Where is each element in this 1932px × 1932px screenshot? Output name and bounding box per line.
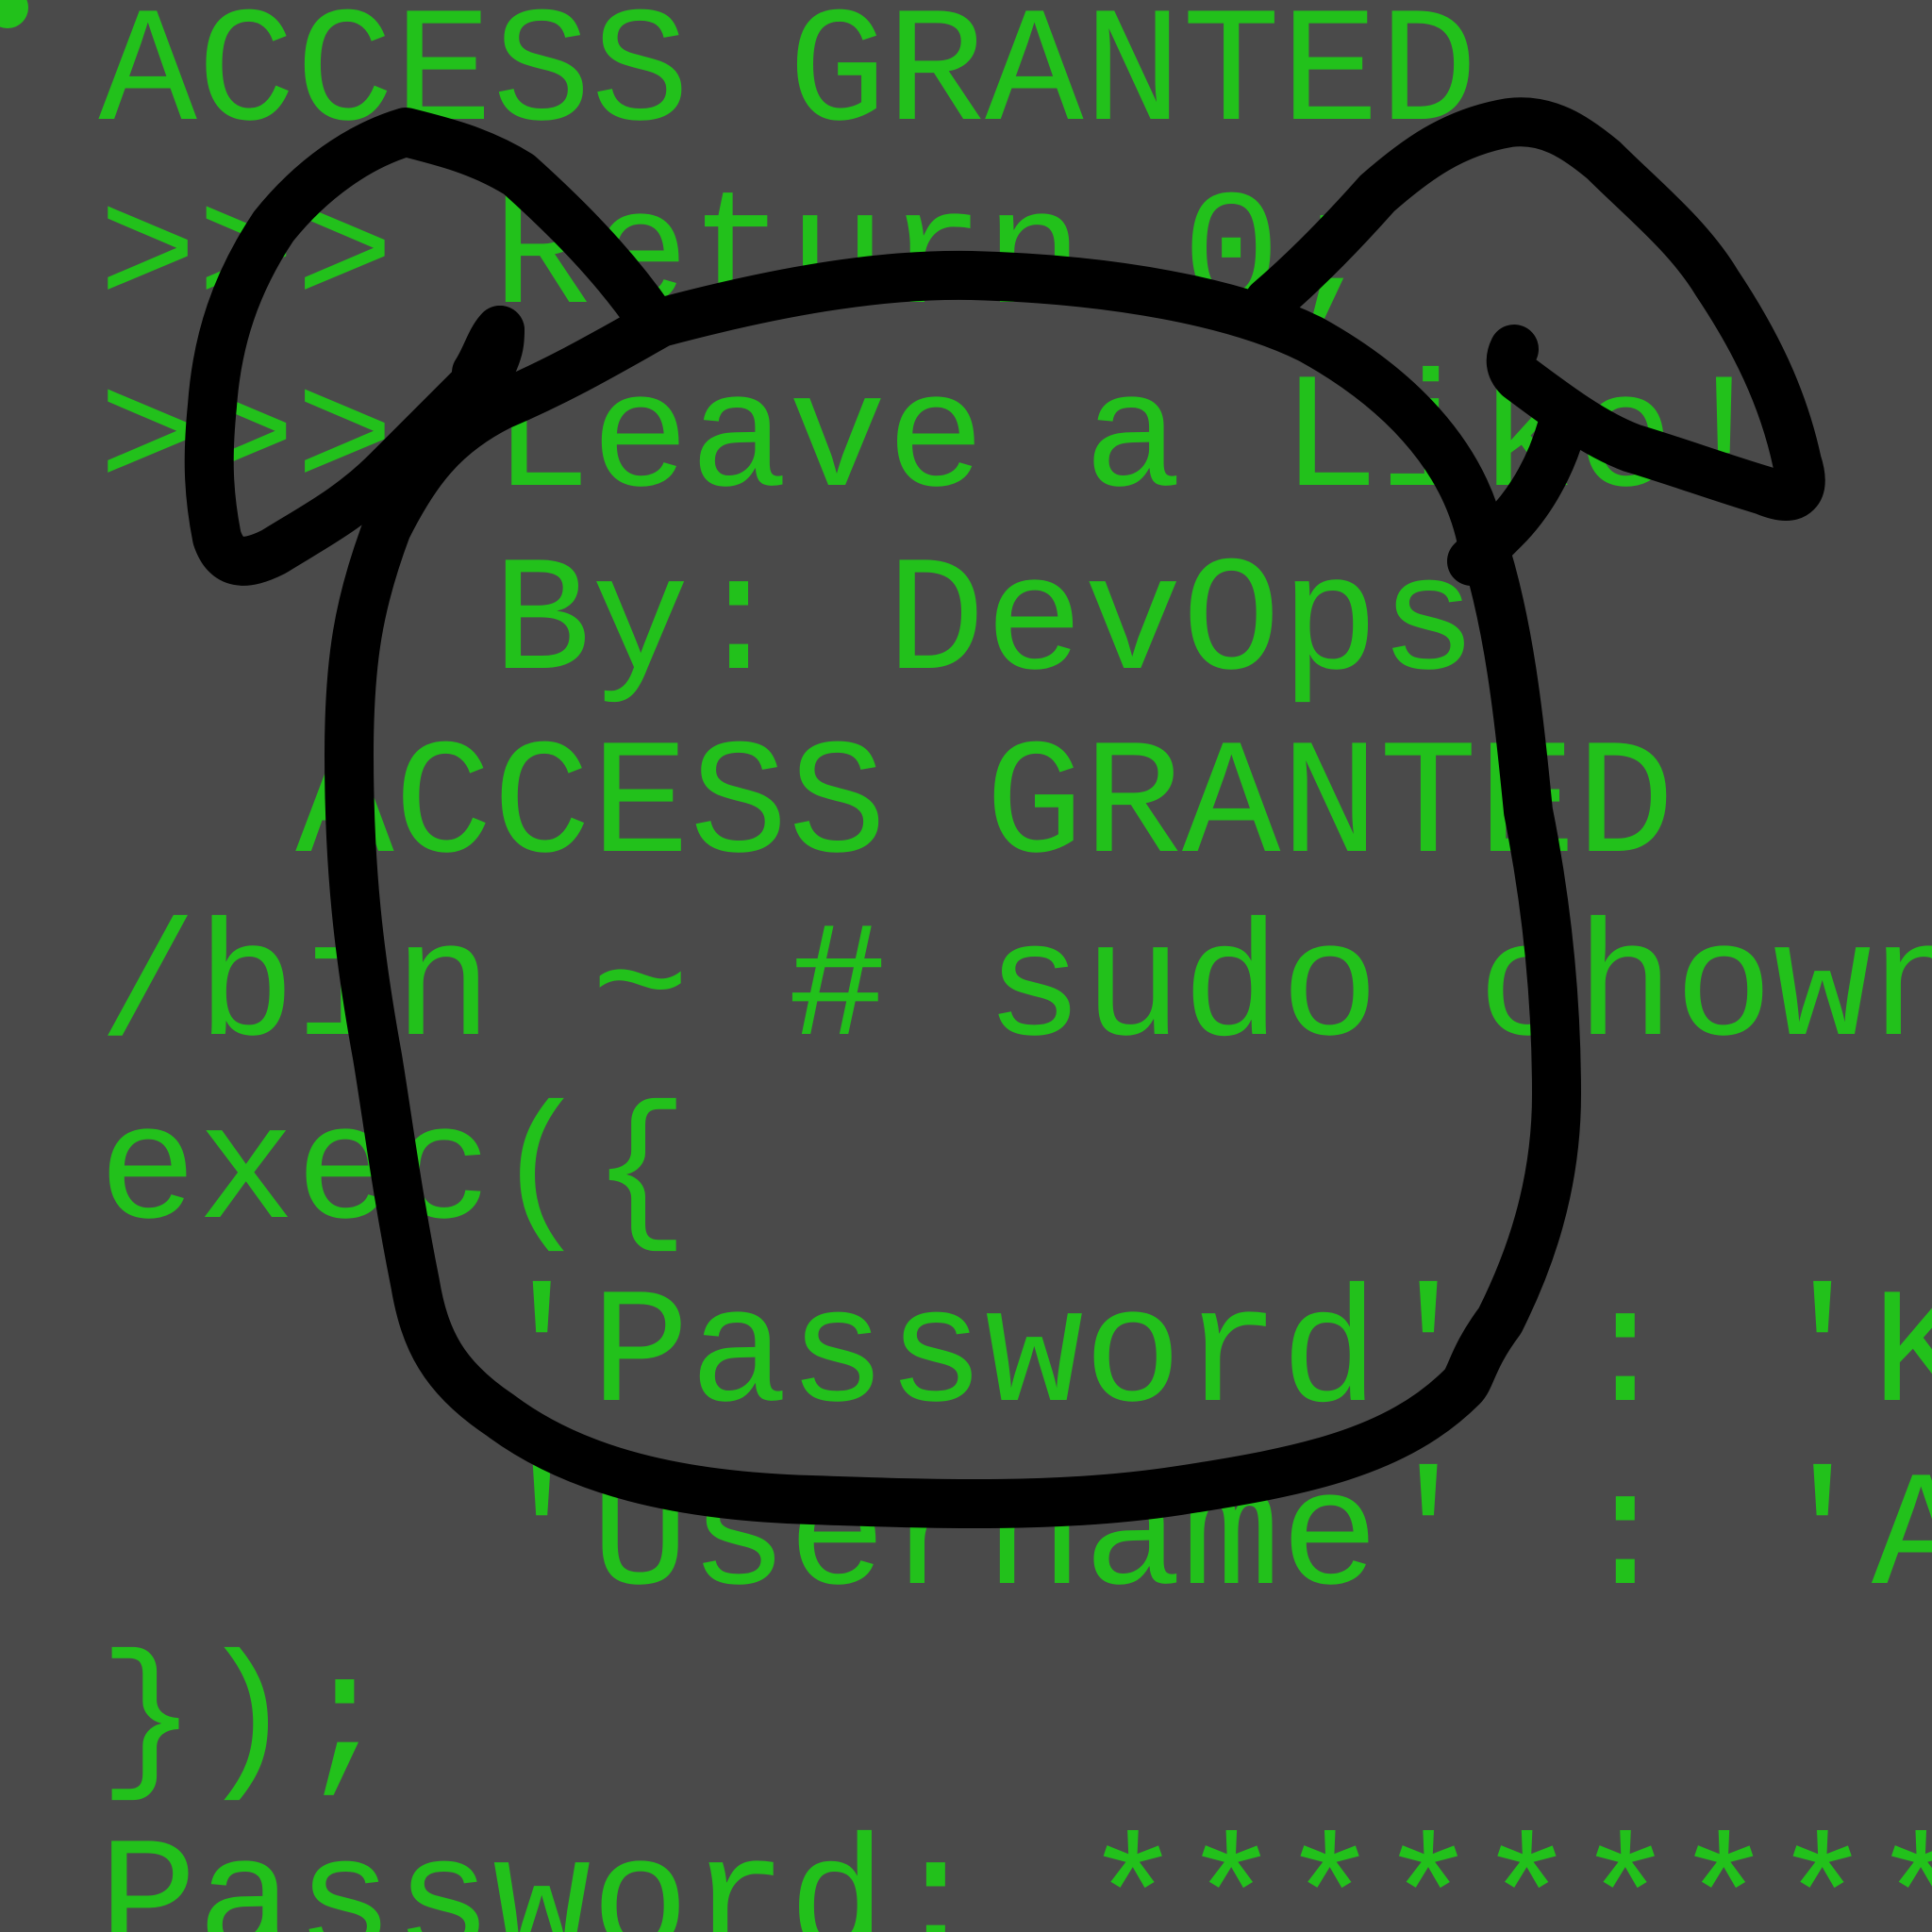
terminal-line-access-granted: ACCESS GRANTED <box>0 715 1675 901</box>
terminal-line-exec: exec({ <box>0 1081 690 1267</box>
terminal-line-by-devops: By: DevOps <box>0 532 1478 718</box>
terminal-line-leave-like: >>> Leave a Like! <box>0 349 1774 535</box>
terminal-line-return: >>> Return 0; <box>0 166 1379 352</box>
terminal-line-username-key: 'Username' : 'A <box>0 1447 1932 1633</box>
terminal-line-password-key: 'Password' : 'K <box>0 1264 1932 1450</box>
terminal-screen: ACCESS GRANTED >>> Return 0; >>> Leave a… <box>0 0 1932 1932</box>
terminal-line-password-prompt: Password: ********* <box>0 1813 1932 1932</box>
terminal-line-close-exec: }); <box>0 1630 394 1816</box>
terminal-line-access-granted-top: ACCESS GRANTED <box>0 0 1478 169</box>
terminal-line-sudo-chown: /bin ~ # sudo chown <box>0 898 1932 1084</box>
